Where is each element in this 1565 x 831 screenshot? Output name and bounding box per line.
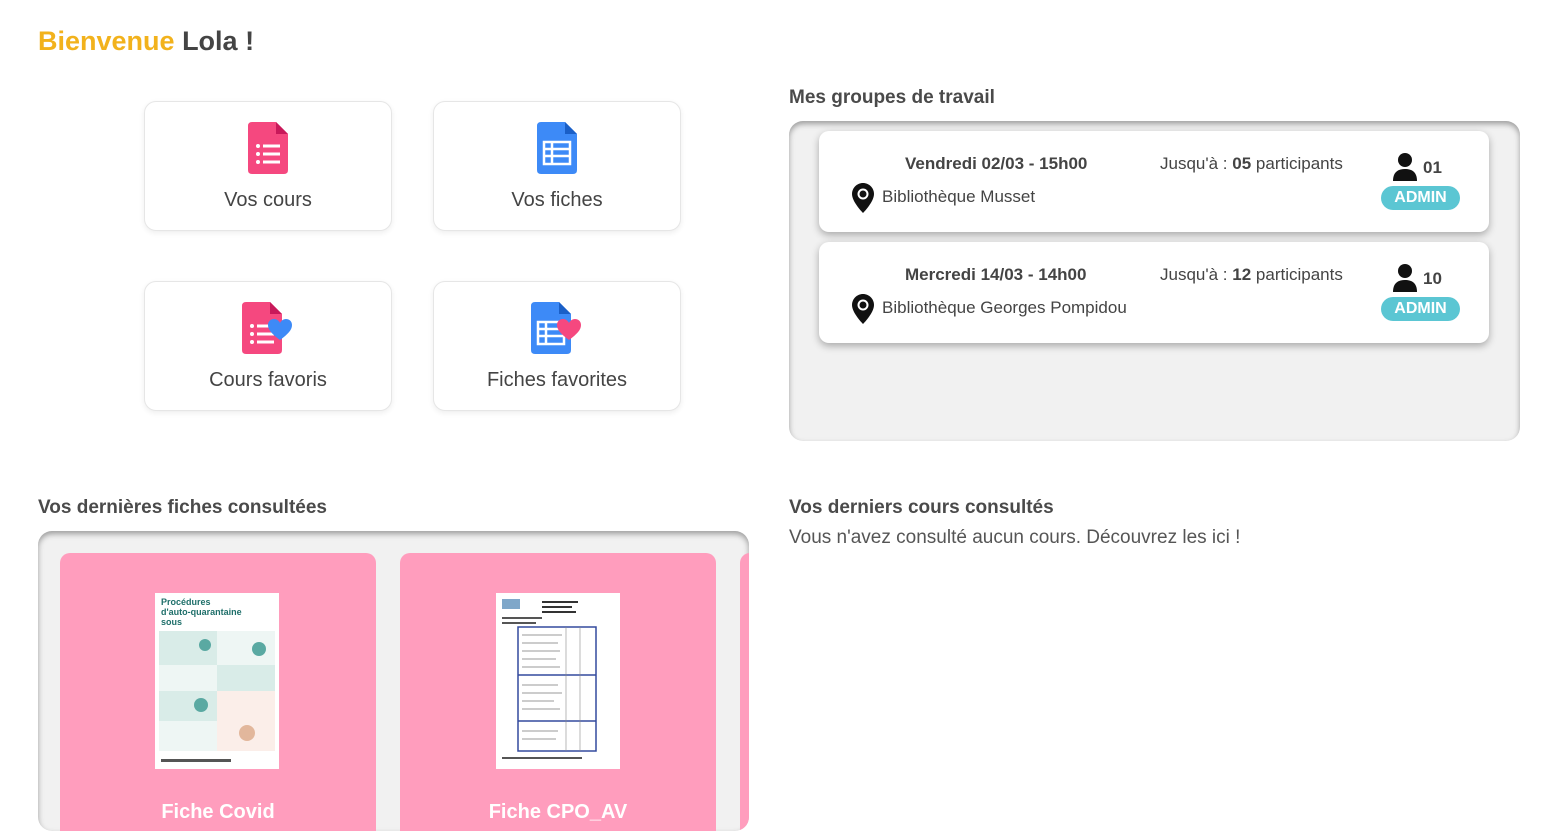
tile-fiches-favorites[interactable]: Fiches favorites: [433, 281, 681, 411]
group-location: Bibliothèque Musset: [882, 187, 1036, 206]
tile-cours-favoris[interactable]: Cours favoris: [144, 281, 392, 411]
fiche-card[interactable]: Procédures d'auto-quarantaine sous Fiche C…: [60, 553, 376, 831]
welcome-user-name: Lola !: [182, 26, 255, 56]
tile-vos-cours[interactable]: Vos cours: [144, 101, 392, 231]
fiche-name: Fiche CPO_AV: [488, 801, 628, 823]
recent-fiches-carousel[interactable]: Procédures d'auto-quarantaine sous Fiche C…: [38, 531, 749, 831]
tile-label: Fiches favorites: [486, 369, 628, 391]
sheet-doc-icon: [537, 122, 577, 179]
groups-section-title: Mes groupes de travail: [789, 87, 995, 108]
admin-badge: ADMIN: [1381, 186, 1460, 210]
group-card[interactable]: Mercredi 14/03 - 14h00 Jusqu'à : 12 part…: [819, 242, 1489, 343]
fiche-thumbnail: [496, 593, 620, 769]
user-icon: [1393, 153, 1417, 186]
group-date: Mercredi 14/03 - 14h00: [905, 265, 1087, 284]
welcome-greeting: Bienvenue: [38, 26, 175, 56]
fiche-card[interactable]: Fiche CPO_AV: [400, 553, 716, 831]
group-member-count: 01: [1423, 158, 1442, 177]
group-member-count: 10: [1423, 269, 1442, 288]
group-participants: Jusqu'à : 05 participants: [1160, 154, 1343, 173]
tile-vos-fiches[interactable]: Vos fiches: [433, 101, 681, 231]
group-participants: Jusqu'à : 12 participants: [1160, 265, 1343, 284]
recent-fiches-title: Vos dernières fiches consultées: [38, 497, 327, 518]
tile-label: Vos cours: [224, 189, 312, 211]
tile-label: Cours favoris: [209, 369, 327, 391]
group-location: Bibliothèque Georges Pompidou: [882, 298, 1127, 317]
fiche-name: Fiche Covid: [161, 801, 275, 823]
favorite-sheet-icon: [531, 302, 583, 359]
admin-badge: ADMIN: [1381, 297, 1460, 321]
welcome-heading: Bienvenue Lola !: [38, 26, 254, 57]
group-card[interactable]: Vendredi 02/03 - 15h00 Jusqu'à : 05 part…: [819, 131, 1489, 232]
recent-cours-empty-message[interactable]: Vous n'avez consulté aucun cours. Découv…: [789, 527, 1240, 549]
fiche-thumbnail: Procédures d'auto-quarantaine sous: [155, 593, 279, 769]
course-doc-icon: [248, 122, 288, 179]
group-date: Vendredi 02/03 - 15h00: [905, 154, 1088, 173]
location-pin-icon: [852, 183, 874, 218]
tile-label: Vos fiches: [511, 189, 603, 211]
location-pin-icon: [852, 294, 874, 329]
user-icon: [1393, 264, 1417, 297]
recent-cours-title: Vos derniers cours consultés: [789, 497, 1054, 518]
favorite-course-icon: [242, 302, 294, 359]
groups-panel: Vendredi 02/03 - 15h00 Jusqu'à : 05 part…: [789, 121, 1520, 441]
fiche-card[interactable]: [740, 553, 749, 831]
